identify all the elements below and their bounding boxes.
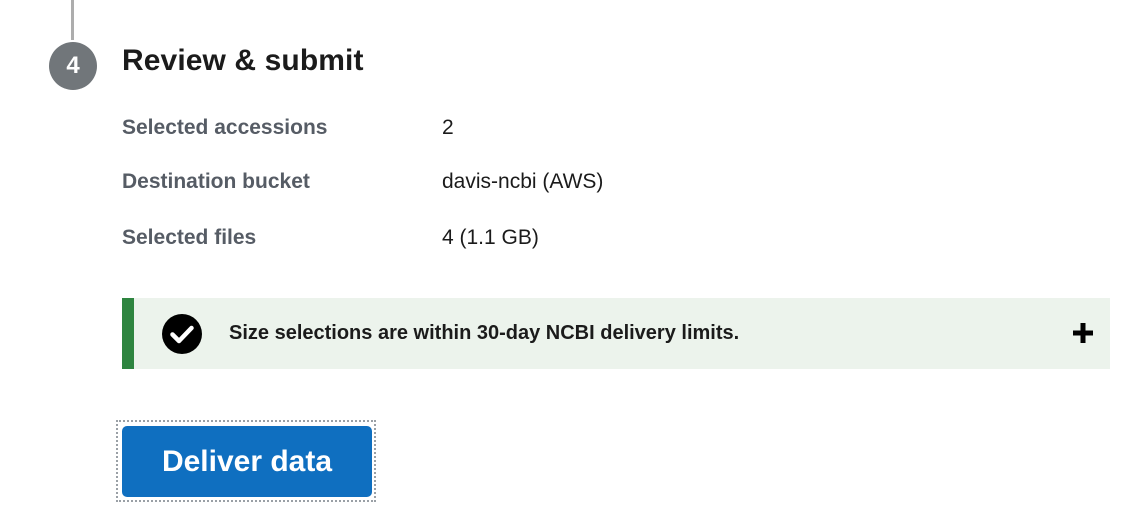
summary-row-destination: Destination bucket davis-ncbi (AWS) [122, 167, 822, 197]
size-limit-alert: Size selections are within 30-day NCBI d… [122, 298, 1110, 369]
summary-value: 2 [442, 116, 454, 139]
step-number: 4 [66, 52, 80, 79]
alert-message: Size selections are within 30-day NCBI d… [229, 322, 740, 344]
step-number-badge: 4 [49, 42, 97, 90]
step-connector-line [71, 0, 74, 40]
summary-value: 4 (1.1 GB) [442, 226, 539, 249]
step-title: Review & submit [122, 44, 364, 77]
summary-label: Selected accessions [122, 116, 328, 139]
check-circle-icon [162, 314, 202, 354]
deliver-data-button[interactable]: Deliver data [122, 426, 372, 497]
plus-icon[interactable] [1070, 320, 1096, 346]
summary-row-accessions: Selected accessions 2 [122, 113, 822, 143]
summary-value: davis-ncbi (AWS) [442, 170, 604, 193]
summary-label: Destination bucket [122, 170, 310, 193]
summary-row-files: Selected files 4 (1.1 GB) [122, 223, 822, 253]
summary-label: Selected files [122, 226, 257, 249]
